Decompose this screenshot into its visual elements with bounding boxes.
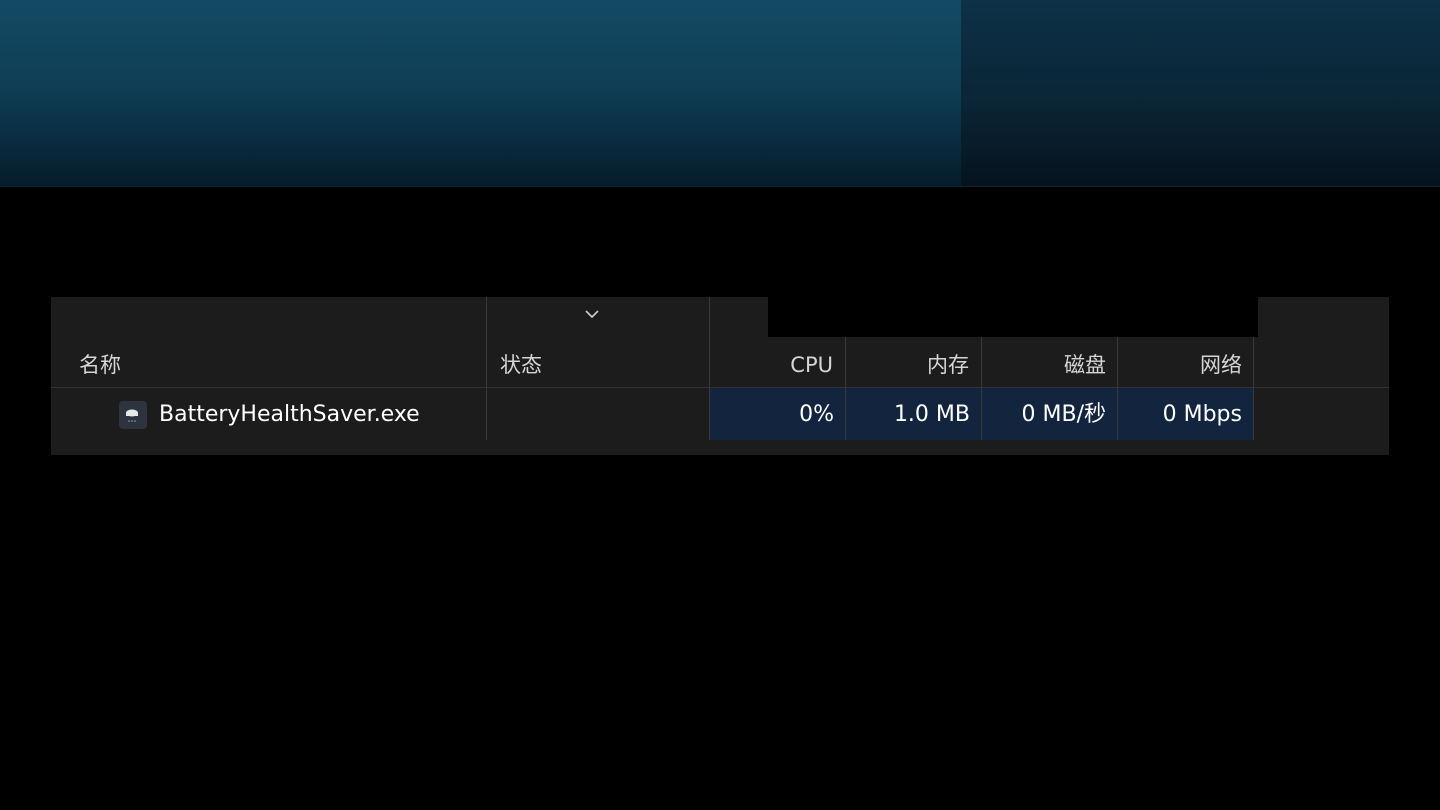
banner-divider [0, 186, 1440, 187]
masked-region [768, 297, 1258, 337]
cpu-value: 0% [799, 402, 834, 427]
table-row[interactable]: BatteryHealthSaver.exe 0% 1.0 MB 0 MB/秒 … [51, 388, 1389, 440]
column-header-memory[interactable]: 内存 [845, 352, 969, 378]
table-header: 名称 状态 CPU 内存 磁盘 网络 [51, 297, 1389, 440]
wallpaper-right [961, 0, 1440, 186]
process-table: 名称 状态 CPU 内存 磁盘 网络 BatteryHealthSaver.ex… [51, 297, 1389, 455]
process-name: BatteryHealthSaver.exe [159, 402, 420, 427]
column-header-status[interactable]: 状态 [500, 352, 542, 378]
column-header-network[interactable]: 网络 [1117, 352, 1242, 378]
network-value: 0 Mbps [1162, 402, 1242, 427]
memory-value: 1.0 MB [893, 402, 970, 427]
column-header-disk[interactable]: 磁盘 [981, 352, 1106, 378]
chevron-down-icon[interactable] [584, 307, 600, 321]
wallpaper-banner [0, 0, 1440, 187]
column-header-name[interactable]: 名称 [79, 352, 121, 378]
column-header-cpu[interactable]: CPU [709, 352, 833, 378]
disk-value: 0 MB/秒 [1021, 402, 1106, 427]
battery-app-icon [119, 401, 147, 429]
wallpaper-left [0, 0, 961, 186]
